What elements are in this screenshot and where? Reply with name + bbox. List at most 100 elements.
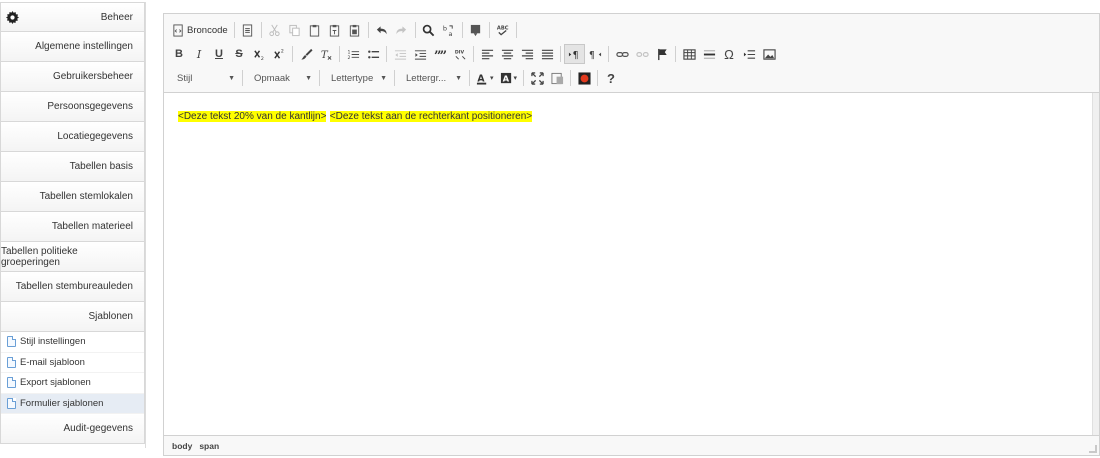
redo-button[interactable]	[392, 20, 412, 40]
element-path-body[interactable]: body	[172, 441, 192, 451]
find-button[interactable]	[419, 20, 439, 40]
link-icon	[615, 51, 629, 57]
italic-button[interactable]: I	[189, 44, 209, 64]
strikethrough-button[interactable]: S	[229, 44, 249, 64]
text-color-button[interactable]: A ▾	[473, 68, 497, 88]
sidebar-item-tabellen-basis[interactable]: Tabellen basis	[0, 152, 145, 182]
cut-button[interactable]	[265, 20, 285, 40]
bold-button[interactable]: B	[169, 44, 189, 64]
sub-item-label: Export sjablonen	[20, 377, 91, 389]
sidebar-item-gebruikersbeheer[interactable]: Gebruikersbeheer	[0, 62, 145, 92]
editor-statusbar: body span	[164, 435, 1099, 455]
sidebar-item-tabellen-stembureauleden[interactable]: Tabellen stembureauleden	[0, 272, 145, 302]
font-combo[interactable]: Lettertype ▼	[323, 69, 391, 87]
align-center-button[interactable]	[497, 44, 517, 64]
table-button[interactable]	[679, 44, 699, 64]
sidebar-item-locatiegegevens[interactable]: Locatiegegevens	[0, 122, 145, 152]
sub-item-formulier-sjablonen[interactable]: Formulier sjablonen	[1, 393, 144, 414]
subscript-icon: 2	[253, 49, 263, 61]
svg-text:DIV: DIV	[454, 49, 464, 55]
app-window: Beheer Algemene instellingen Gebruikersb…	[0, 0, 1100, 458]
font-combo-label: Lettertype	[331, 72, 374, 84]
justify-button[interactable]	[537, 44, 557, 64]
sidebar-item-tabellen-materieel[interactable]: Tabellen materieel	[0, 212, 145, 242]
sidebar-item-sjablonen[interactable]: Sjablonen	[0, 302, 145, 332]
svg-text:”: ”	[439, 49, 446, 61]
replace-icon: ba	[443, 24, 453, 37]
help-button[interactable]: ?	[601, 68, 621, 88]
editor-content-area[interactable]: <Deze tekst 20% van de kantlijn> <Deze t…	[164, 93, 1099, 435]
replace-button[interactable]: ba	[439, 20, 459, 40]
placeholder-button[interactable]	[574, 68, 594, 88]
svg-text:¶: ¶	[589, 50, 595, 61]
source-code-icon	[173, 23, 183, 37]
maximize-button[interactable]	[527, 68, 547, 88]
paste-text-button[interactable]	[325, 20, 345, 40]
align-left-button[interactable]	[477, 44, 497, 64]
sidebar-item-tabellen-stemlokalen[interactable]: Tabellen stemlokalen	[0, 182, 145, 212]
outdent-icon	[394, 49, 406, 60]
sidebar-item-algemene-instellingen[interactable]: Algemene instellingen	[0, 32, 145, 62]
text-direction-ltr-button[interactable]: ¶	[564, 44, 585, 64]
content-text-margin-20[interactable]: <Deze tekst 20% van de kantlijn>	[178, 111, 327, 122]
chevron-down-icon: ▼	[380, 74, 387, 82]
numbered-list-button[interactable]: 12	[343, 44, 363, 64]
subscript-button[interactable]: 2	[249, 44, 269, 64]
undo-icon	[377, 25, 387, 34]
toolbar-separator	[560, 46, 561, 62]
editor-scrollbar[interactable]	[1092, 93, 1099, 435]
align-right-button[interactable]	[517, 44, 537, 64]
div-container-button[interactable]: DIV	[450, 44, 470, 64]
gear-icon	[6, 10, 19, 24]
svg-text:2: 2	[260, 56, 263, 61]
toolbar-separator	[469, 70, 470, 86]
sidebar-item-audit-gegevens[interactable]: Audit-gegevens	[0, 414, 145, 444]
image-button[interactable]	[759, 44, 779, 64]
toolbar-row-1: Broncode b a ABC	[169, 18, 1094, 42]
show-blocks-button[interactable]	[547, 68, 567, 88]
format-combo[interactable]: Opmaak ▼	[246, 69, 316, 87]
copy-format-button[interactable]	[296, 44, 316, 64]
select-all-button[interactable]	[466, 20, 486, 40]
undo-button[interactable]	[372, 20, 392, 40]
link-button[interactable]	[612, 44, 632, 64]
table-icon	[682, 48, 696, 60]
justify-icon	[541, 49, 553, 59]
sub-item-export-sjablonen[interactable]: Export sjablonen	[1, 373, 144, 394]
styles-combo-label: Stijl	[177, 72, 193, 84]
styles-combo[interactable]: Stijl ▼	[169, 69, 239, 87]
source-button[interactable]: Broncode	[169, 20, 231, 40]
copy-button[interactable]	[285, 20, 305, 40]
horizontal-rule-button[interactable]	[699, 44, 719, 64]
outdent-button[interactable]	[390, 44, 410, 64]
unlink-button[interactable]	[632, 44, 652, 64]
underline-button[interactable]: U	[209, 44, 229, 64]
text-direction-rtl-button[interactable]: ¶	[585, 44, 605, 64]
sidebar-item-persoonsgegevens[interactable]: Persoonsgegevens	[0, 92, 145, 122]
sidebar-header-beheer[interactable]: Beheer	[0, 2, 145, 32]
anchor-button[interactable]	[652, 44, 672, 64]
clipboard-word-icon	[350, 24, 360, 37]
background-color-button[interactable]: A ▾	[497, 68, 521, 88]
sub-item-email-sjabloon[interactable]: E-mail sjabloon	[1, 353, 144, 373]
blockquote-button[interactable]: ””	[430, 44, 450, 64]
bulleted-list-button[interactable]	[363, 44, 383, 64]
font-size-combo[interactable]: Lettergr... ▼	[398, 69, 466, 87]
redo-icon	[396, 25, 407, 34]
page-break-button[interactable]	[739, 44, 759, 64]
paste-button[interactable]	[305, 20, 325, 40]
preview-button[interactable]	[238, 20, 258, 40]
superscript-button[interactable]: 2	[269, 44, 289, 64]
sub-item-stijl-instellingen[interactable]: Stijl instellingen	[1, 332, 144, 353]
sidebar-item-tabellen-politieke-groeperingen[interactable]: Tabellen politieke groeperingen	[0, 242, 145, 272]
toolbar-row-3: Stijl ▼ Opmaak ▼ Lettertype ▼ Lettergr..…	[169, 66, 1094, 90]
spellcheck-button[interactable]: ABC	[493, 20, 513, 40]
indent-button[interactable]	[410, 44, 430, 64]
content-text-right[interactable]: <Deze tekst aan de rechterkant positione…	[329, 111, 533, 122]
remove-format-button[interactable]: T	[316, 44, 336, 64]
paste-word-button[interactable]	[345, 20, 365, 40]
element-path-span[interactable]: span	[199, 441, 219, 451]
resize-handle-icon[interactable]	[1089, 445, 1097, 453]
svg-text:a: a	[449, 30, 453, 37]
special-char-button[interactable]: Ω	[719, 44, 739, 64]
